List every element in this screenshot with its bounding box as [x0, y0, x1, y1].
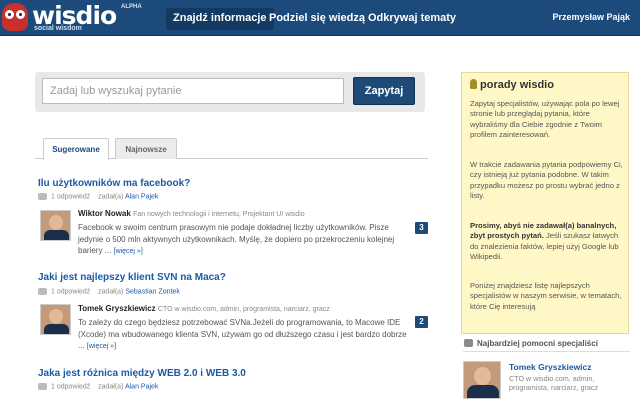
asked-label: zadał(a) — [98, 288, 124, 296]
question-title[interactable]: Ilu użytkowników ma facebook? — [38, 178, 190, 189]
answers-icon — [38, 193, 47, 200]
experts-heading: Najbardziej pomocni specjaliści — [464, 339, 598, 348]
answers-count: 1 odpowiedź — [51, 288, 91, 296]
question-meta: 1 odpowiedź zadał(a) Alan Pajek — [38, 383, 158, 390]
question-author-link[interactable]: Sebastian Zontek — [125, 288, 179, 295]
vote-count-badge[interactable]: 3 — [415, 222, 428, 234]
answer-line: Facebook w swoim centrum prasowym nie po… — [78, 223, 389, 232]
question-meta: 1 odpowiedź zadał(a) Alan Pajek — [38, 193, 158, 200]
answer-author-description: CTO w wisdio.com, admin, programista, na… — [157, 306, 330, 313]
question-title[interactable]: Jaki jest najlepszy klient SVN na Maca? — [38, 272, 226, 283]
top-navigation-bar: wisdio social wisdom ALPHA Znajdź inform… — [0, 0, 640, 36]
ask-button[interactable]: Zapytaj — [353, 77, 415, 105]
answers-count: 1 odpowiedź — [51, 193, 91, 201]
tips-paragraph: Zapytaj specjalistów, używając pola po l… — [470, 99, 620, 140]
question-author-link[interactable]: Alan Pajek — [125, 193, 158, 200]
answer-line: To zależy do czego będziesz potrzebować … — [78, 318, 401, 327]
answer-line: (Xcode) ma wbudowanego klienta SVN, używ… — [78, 329, 407, 339]
tips-title: porady wisdio — [470, 79, 554, 91]
answer-author-name[interactable]: Tomek Gryszkiewicz — [78, 304, 156, 313]
answer-line: bariery ... — [78, 246, 112, 256]
nav-share-knowledge[interactable]: Podziel się wiedzą — [262, 8, 372, 30]
avatar[interactable] — [40, 304, 71, 335]
tips-panel: porady wisdio Zapytaj specjalistów, używ… — [461, 72, 629, 334]
user-menu[interactable]: Przemysław Pająk — [552, 12, 630, 22]
lightbulb-icon — [470, 79, 477, 89]
tips-paragraph: Poniżej znajdziesz listę najlepszych spe… — [470, 281, 622, 311]
answer-author-name[interactable]: Wiktor Nowak — [78, 209, 131, 218]
question-title[interactable]: Jaka jest różnica między WEB 2.0 i WEB 3… — [38, 368, 246, 379]
tab-newest[interactable]: Najnowsze — [115, 138, 177, 159]
answer-author: Wiktor Nowak Fan nowych technologii i in… — [78, 209, 305, 218]
asked-label: zadał(a) — [98, 383, 124, 391]
search-input[interactable] — [42, 78, 344, 104]
expert-name[interactable]: Tomek Gryszkiewicz — [509, 362, 592, 372]
answer-line: ... — [78, 341, 85, 351]
tips-paragraph: W trakcie zadawania pytania podpowiemy C… — [470, 160, 623, 201]
more-link[interactable]: [więcej »] — [114, 248, 143, 255]
answer-author: Tomek Gryszkiewicz CTO w wisdio.com, adm… — [78, 304, 330, 313]
owl-right-eye — [16, 10, 25, 19]
avatar[interactable] — [463, 361, 501, 399]
more-link[interactable]: [więcej »] — [87, 343, 116, 350]
experts-divider — [463, 351, 630, 352]
asked-label: zadał(a) — [98, 193, 124, 201]
question-author-link[interactable]: Alan Pajek — [125, 383, 158, 390]
tab-suggested[interactable]: Sugerowane — [43, 138, 109, 160]
answer-excerpt: Facebook w swoim centrum prasowym nie po… — [78, 222, 408, 258]
vote-count-badge[interactable]: 2 — [415, 316, 428, 328]
answers-icon — [38, 383, 47, 390]
experts-heading-text: Najbardziej pomocni specjaliści — [477, 339, 598, 348]
owl-left-eye — [5, 10, 14, 19]
tips-title-text: porady wisdio — [480, 79, 554, 91]
tips-paragraph: Prosimy, abyś nie zadawał(a) banalnych, … — [470, 221, 624, 263]
owl-logo-icon[interactable] — [2, 3, 28, 31]
answer-line: jedynie o 500 mln aktywnych użytkownikac… — [78, 234, 395, 244]
nav-discover-topics[interactable]: Odkrywaj tematy — [361, 8, 463, 30]
search-box: Zapytaj — [35, 72, 425, 112]
answer-author-description: Fan nowych technologii i internetu, Proj… — [133, 211, 305, 218]
question-meta: 1 odpowiedź zadał(a) Sebastian Zontek — [38, 288, 180, 295]
alpha-badge: ALPHA — [121, 4, 142, 10]
answers-count: 1 odpowiedź — [51, 383, 91, 391]
nav-find-information[interactable]: Znajdź informacje — [166, 8, 274, 30]
expert-description: CTO w wisdio.com, admin, programista, na… — [509, 374, 599, 393]
logo-tagline: social wisdom — [34, 25, 82, 32]
answer-excerpt: To zależy do czego będziesz potrzebować … — [78, 317, 408, 353]
avatar[interactable] — [40, 210, 71, 241]
answers-icon — [38, 288, 47, 295]
people-icon — [464, 339, 473, 347]
